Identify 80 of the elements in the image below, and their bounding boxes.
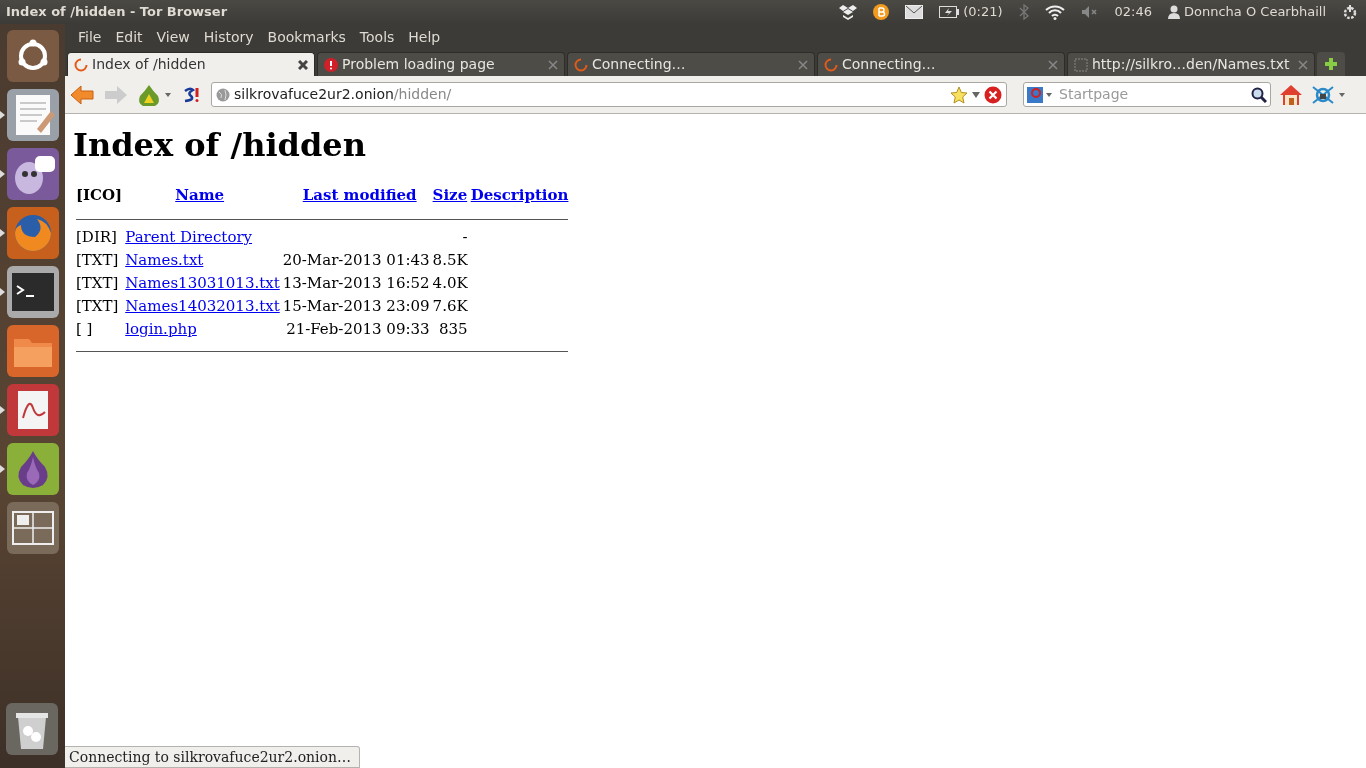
dropdown-caret-icon[interactable] xyxy=(972,91,980,98)
menu-item[interactable]: Help xyxy=(401,24,448,50)
file-link[interactable]: login.php xyxy=(125,319,197,338)
battery-time: (0:21) xyxy=(963,3,1003,22)
star-icon[interactable] xyxy=(950,85,968,104)
file-link[interactable]: Parent Directory xyxy=(125,227,253,246)
file-size: 7.6K xyxy=(432,296,468,315)
battery-icon xyxy=(939,6,960,18)
mail-icon xyxy=(905,5,924,19)
user-icon xyxy=(1168,5,1180,19)
terminal-icon[interactable] xyxy=(6,266,59,318)
trash-icon[interactable] xyxy=(6,703,58,755)
error-icon xyxy=(324,57,338,72)
browser-tab[interactable]: Index of /hidden xyxy=(67,52,315,76)
bluetooth-icon xyxy=(1018,4,1029,20)
file-type-label: [TXT] xyxy=(76,273,119,292)
globe-fox-icon[interactable] xyxy=(6,207,59,259)
menu-item[interactable]: File xyxy=(71,24,109,50)
window-title: Index of /hidden - Tor Browser xyxy=(5,3,228,22)
column-heading-link[interactable]: Description xyxy=(470,186,569,205)
document-reader-icon[interactable] xyxy=(6,384,59,436)
file-type-label: [TXT] xyxy=(76,250,119,269)
workspace-switcher-icon[interactable] xyxy=(6,502,59,554)
file-link[interactable]: Names.txt xyxy=(125,250,204,269)
column-heading-link[interactable]: Name xyxy=(175,186,225,205)
close-icon[interactable] xyxy=(298,59,308,70)
status-bar: Connecting to silkrovafuce2ur2.onion… xyxy=(65,746,360,768)
wifi-icon xyxy=(1044,4,1065,20)
bitcoin-icon xyxy=(873,4,890,20)
search-icon[interactable] xyxy=(1251,86,1267,103)
file-type-label: [ ] xyxy=(76,319,93,338)
mute-icon xyxy=(1080,5,1099,19)
file-link[interactable]: Names14032013.txt xyxy=(125,296,280,315)
modified-date: 15-Mar-2013 23:09 xyxy=(282,296,430,315)
network-lock-icon[interactable] xyxy=(1311,83,1345,106)
spinner-icon xyxy=(824,57,838,72)
stop-icon[interactable] xyxy=(984,85,1002,104)
file-type-label: [TXT] xyxy=(76,296,119,315)
user-name: Donncha O Cearbhaill xyxy=(1184,3,1326,22)
modified-date: 20-Mar-2013 01:43 xyxy=(282,250,430,269)
file-link[interactable]: Names13031013.txt xyxy=(125,273,280,292)
address-field[interactable]: silkrovafuce2ur2.onion/hidden/ xyxy=(211,82,1007,107)
file-type-label: [DIR] xyxy=(76,227,117,246)
menu-item[interactable]: View xyxy=(149,24,197,50)
folder-icon[interactable] xyxy=(6,325,59,377)
menu-item[interactable]: History xyxy=(196,24,261,50)
menu-item[interactable]: Tools xyxy=(352,24,402,50)
browser-tab[interactable]: Connecting… xyxy=(817,52,1065,76)
browser-tab[interactable]: Problem loading page xyxy=(317,52,565,76)
modified-date: 21-Feb-2013 09:33 xyxy=(286,319,430,338)
menu-item[interactable]: Edit xyxy=(108,24,150,50)
blank-page-icon xyxy=(1074,57,1088,72)
column-heading-link[interactable]: Last modified xyxy=(302,186,417,205)
dropbox-icon xyxy=(839,4,858,20)
home-icon[interactable] xyxy=(1279,83,1303,106)
file-size: - xyxy=(462,227,468,246)
column-heading-link[interactable]: Size xyxy=(432,186,468,205)
text-editor-icon[interactable] xyxy=(6,89,59,141)
menu-item[interactable]: Bookmarks xyxy=(260,24,353,50)
search-box[interactable]: Startpage xyxy=(1023,82,1271,107)
chat-bird-icon[interactable] xyxy=(6,148,59,200)
new-tab-button[interactable] xyxy=(1317,52,1345,76)
column-heading: [ICO] xyxy=(76,186,123,205)
modified-date: 13-Mar-2013 16:52 xyxy=(282,273,430,292)
browser-tab[interactable]: http://silkro…den/Names.txt xyxy=(1067,52,1315,76)
globe-icon xyxy=(216,87,230,102)
page-heading: Index of /hidden xyxy=(73,126,367,165)
clock: 02:46 xyxy=(1114,3,1152,22)
plus-icon xyxy=(1324,57,1338,71)
browser-tab[interactable]: Connecting… xyxy=(567,52,815,76)
onion-icon[interactable] xyxy=(6,443,59,495)
back-icon[interactable] xyxy=(69,83,95,106)
file-size: 4.0K xyxy=(432,273,468,292)
search-engine-icon[interactable] xyxy=(1027,85,1053,104)
file-size: 835 xyxy=(439,319,468,338)
spinner-icon xyxy=(574,57,588,72)
spinner-icon xyxy=(74,57,88,72)
dash-icon[interactable] xyxy=(6,30,59,82)
file-size: 8.5K xyxy=(432,250,468,269)
power-icon xyxy=(1342,4,1358,20)
